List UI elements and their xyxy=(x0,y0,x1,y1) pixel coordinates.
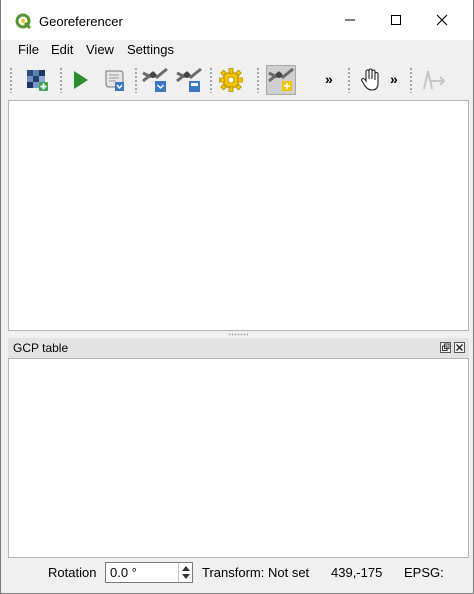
coordinates-display: 439,-175 xyxy=(331,565,383,580)
save-gcp-points-button[interactable] xyxy=(174,65,204,95)
generate-gdal-script-button[interactable] xyxy=(99,65,129,95)
close-icon xyxy=(436,14,448,26)
menu-view[interactable]: View xyxy=(86,42,114,57)
toolbar-grip[interactable] xyxy=(256,67,260,93)
rotation-spin-arrows[interactable] xyxy=(178,563,192,582)
add-point-icon xyxy=(268,67,294,91)
minimize-icon xyxy=(345,19,355,21)
gcp-table[interactable] xyxy=(8,358,469,558)
link-georeferencer-button[interactable] xyxy=(417,65,447,95)
menu-file[interactable]: File xyxy=(18,42,39,57)
maximize-icon xyxy=(391,15,401,25)
dock-close-button[interactable] xyxy=(454,342,465,353)
transform-status: Transform: Not set xyxy=(202,565,310,580)
load-gcp-points-button[interactable] xyxy=(140,65,170,95)
menu-bar: File Edit View Settings xyxy=(1,40,473,60)
spin-up-icon[interactable] xyxy=(182,566,190,571)
save-gcp-points-icon xyxy=(176,67,202,92)
float-icon xyxy=(442,343,450,351)
pan-icon xyxy=(361,68,379,91)
gcp-table-title: GCP table xyxy=(13,341,69,355)
toolbar-grip[interactable] xyxy=(209,67,213,93)
menu-settings[interactable]: Settings xyxy=(127,42,174,57)
dock-splitter-handle[interactable] xyxy=(228,333,248,336)
add-point-button[interactable] xyxy=(266,65,296,95)
start-georeferencing-icon xyxy=(74,71,88,89)
dock-float-button[interactable] xyxy=(440,342,451,353)
gcp-table-dock-title: GCP table xyxy=(8,338,469,358)
toolbar-overflow-button[interactable]: » xyxy=(325,71,333,87)
maximize-button[interactable] xyxy=(373,0,419,40)
open-raster-icon xyxy=(27,70,48,91)
rotation-value: 0.0 ° xyxy=(110,565,137,580)
pan-button[interactable] xyxy=(356,65,386,95)
transformation-settings-button[interactable] xyxy=(216,65,246,95)
spin-down-icon[interactable] xyxy=(182,574,190,579)
toolbar-grip[interactable] xyxy=(134,67,138,93)
georeferencer-window: Georeferencer File Edit View Settings » … xyxy=(0,0,474,594)
toolbar-grip[interactable] xyxy=(9,67,13,93)
rotation-spinbox[interactable]: 0.0 ° xyxy=(105,562,193,583)
load-gcp-points-icon xyxy=(142,67,168,92)
epsg-label[interactable]: EPSG: xyxy=(404,565,444,580)
transformation-settings-icon xyxy=(219,68,243,92)
status-bar: Rotation 0.0 ° Transform: Not set 439,-1… xyxy=(1,558,473,588)
toolbar-overflow-button[interactable]: » xyxy=(390,71,398,87)
open-raster-button[interactable] xyxy=(22,65,52,95)
title-bar: Georeferencer xyxy=(1,0,473,40)
toolbar: » » xyxy=(1,60,473,100)
rotation-label: Rotation xyxy=(48,565,97,580)
link-georeferencer-to-qgis-icon xyxy=(423,70,446,90)
close-button[interactable] xyxy=(419,0,465,40)
toolbar-grip[interactable] xyxy=(347,67,351,93)
georeferencer-map-canvas[interactable] xyxy=(8,100,469,331)
menu-edit[interactable]: Edit xyxy=(51,42,73,57)
close-icon xyxy=(456,344,463,351)
minimize-button[interactable] xyxy=(327,0,373,40)
generate-gdal-script-icon xyxy=(105,70,124,91)
toolbar-grip[interactable] xyxy=(409,67,413,93)
qgis-logo-icon xyxy=(15,13,32,30)
toolbar-grip[interactable] xyxy=(59,67,63,93)
window-title: Georeferencer xyxy=(39,14,123,29)
start-georeferencing-button[interactable] xyxy=(65,65,95,95)
